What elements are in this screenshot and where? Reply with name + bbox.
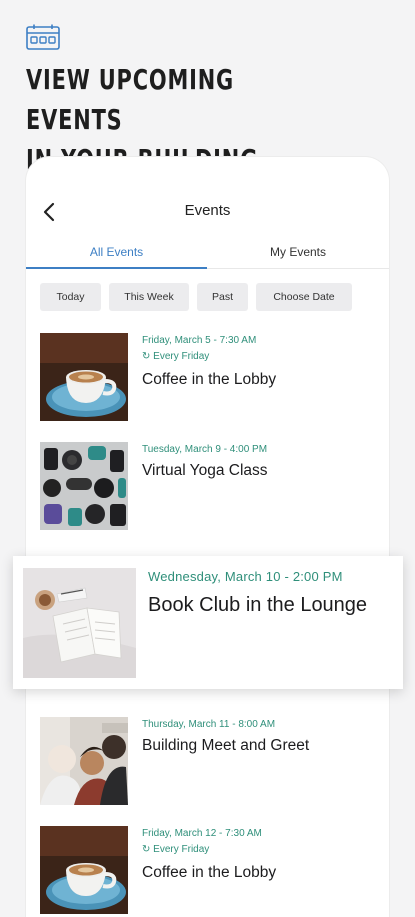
event-title: Virtual Yoga Class — [142, 462, 268, 479]
repeat-icon: ↻ — [142, 351, 151, 362]
event-date: Friday, March 12 - 7:30 AM — [142, 828, 262, 839]
event-date: Wednesday, March 10 - 2:00 PM — [148, 569, 343, 584]
filter-this-week[interactable]: This Week — [109, 283, 189, 311]
yoga-equipment-image — [40, 442, 128, 530]
tab-my-events[interactable]: My Events — [207, 245, 389, 259]
event-recurrence-label: Every Friday — [153, 844, 210, 855]
event-date: Friday, March 5 - 7:30 AM — [142, 335, 257, 346]
highlighted-event-card[interactable]: Wednesday, March 10 - 2:00 PM Book Club … — [13, 556, 403, 689]
repeat-icon: ↻ — [142, 844, 151, 855]
coffee-cup-image — [40, 826, 128, 914]
tab-all-events[interactable]: All Events — [26, 245, 207, 259]
open-book-image — [23, 568, 136, 678]
event-title: Building Meet and Greet — [142, 737, 310, 754]
active-tab-indicator — [26, 267, 207, 269]
event-title: Coffee in the Lobby — [142, 371, 277, 388]
event-date: Tuesday, March 9 - 4:00 PM — [142, 444, 268, 455]
phone-screen: Events All Events My Events Today This W… — [26, 157, 389, 917]
screen-title: Events — [184, 202, 231, 219]
event-tabs: All Events My Events — [26, 245, 389, 271]
event-recurrence: ↻ Every Friday — [142, 844, 209, 855]
event-title: Coffee in the Lobby — [142, 864, 277, 881]
filter-today[interactable]: Today — [40, 283, 101, 311]
tab-divider — [207, 268, 389, 269]
filter-choose-date[interactable]: Choose Date — [256, 283, 352, 311]
coffee-cup-image — [40, 333, 128, 421]
event-date: Thursday, March 11 - 8:00 AM — [142, 719, 276, 730]
calendar-icon — [26, 24, 60, 50]
event-recurrence: ↻ Every Friday — [142, 351, 209, 362]
headline-line-1: VIEW UPCOMING EVENTS — [26, 63, 235, 136]
event-recurrence-label: Every Friday — [153, 351, 210, 362]
filter-past[interactable]: Past — [197, 283, 248, 311]
people-group-image — [40, 717, 128, 805]
event-title: Book Club in the Lounge — [148, 594, 368, 616]
